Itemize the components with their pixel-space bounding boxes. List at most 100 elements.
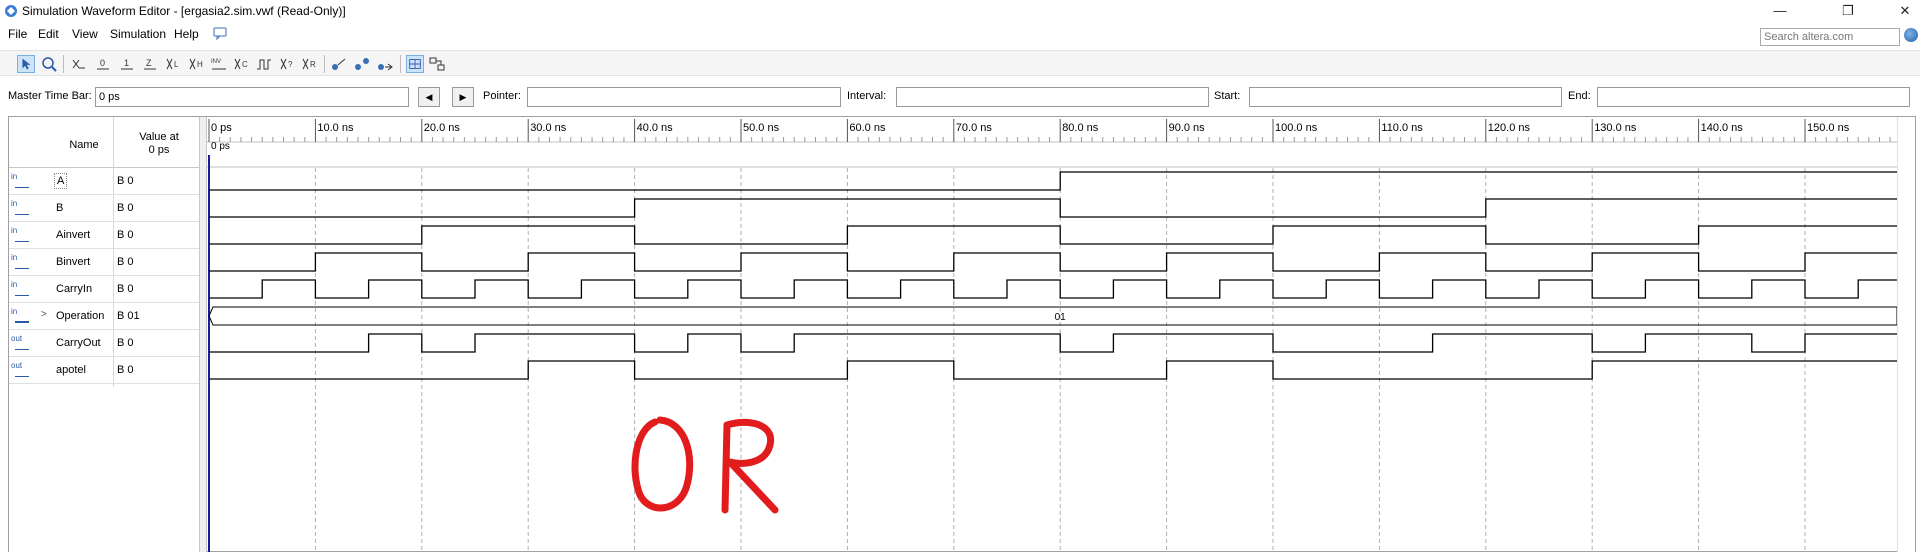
snap-to-grid-icon[interactable]: [330, 55, 348, 73]
start-field[interactable]: [1249, 87, 1562, 107]
pointer-label: Pointer:: [483, 90, 521, 102]
output-pin-icon: out: [11, 334, 31, 352]
signal-row[interactable]: out apotel B 0: [9, 357, 199, 384]
close-button[interactable]: ✕: [1890, 2, 1920, 20]
svg-text:L: L: [174, 60, 179, 69]
window-title: Simulation Waveform Editor - [ergasia2.s…: [22, 4, 346, 18]
value-header-line1: Value at: [139, 131, 179, 143]
globe-icon[interactable]: [1904, 28, 1918, 42]
next-transition-button[interactable]: ▶: [452, 87, 474, 107]
vertical-scrollbar[interactable]: [1897, 117, 1915, 552]
signal-row[interactable]: in A B 0: [9, 168, 199, 195]
input-pin-icon: in: [11, 172, 31, 190]
signal-value: B 0: [117, 202, 134, 214]
arbitrary-value-icon[interactable]: R: [300, 55, 318, 73]
interval-field[interactable]: [896, 87, 1209, 107]
clock-icon[interactable]: [255, 55, 273, 73]
expand-chevron-icon[interactable]: >: [41, 309, 47, 320]
invert-icon[interactable]: INV: [210, 55, 228, 73]
signal-waveform-apotel: [209, 360, 1897, 380]
force-unknown-icon[interactable]: [70, 55, 88, 73]
name-column-header[interactable]: Name: [49, 139, 119, 151]
svg-text:INV: INV: [211, 59, 221, 65]
signal-name: B: [56, 202, 64, 214]
svg-text:R: R: [310, 60, 316, 69]
value-column-header[interactable]: Value at 0 ps: [119, 131, 199, 157]
signal-value: B 0: [117, 175, 134, 187]
feedback-icon[interactable]: [213, 27, 227, 40]
signal-row[interactable]: in > Operation B 01: [9, 303, 199, 330]
waveform-canvas[interactable]: 0 ps 10.0 ns 20.0 ns 30.0 ns 40.0 ns 50.0 ns 6…: [207, 117, 1897, 552]
master-time-bar-field[interactable]: 0 ps: [95, 87, 409, 107]
menu-edit[interactable]: Edit: [38, 27, 59, 41]
ruler-tick-label: 10.0 ns: [317, 122, 354, 134]
signal-waveform-a: [209, 171, 1897, 191]
start-label: Start:: [1214, 90, 1241, 102]
force-high-icon[interactable]: 1: [118, 55, 136, 73]
input-pin-icon: in: [11, 253, 31, 271]
signal-name: CarryOut: [56, 337, 101, 349]
restore-button[interactable]: ❐: [1833, 2, 1863, 20]
or-annotation-text: OR: [625, 410, 627, 411]
svg-text:C: C: [242, 60, 248, 69]
signal-value: B 0: [117, 229, 134, 241]
signal-waveform-binvert: [209, 252, 1897, 272]
bus-value-label: 01: [1055, 312, 1067, 323]
or-annotation: OR: [625, 410, 779, 514]
menu-help[interactable]: Help: [174, 27, 199, 41]
title-bar: Simulation Waveform Editor - [ergasia2.s…: [0, 0, 1920, 22]
zoom-tool-icon[interactable]: [40, 55, 58, 73]
ruler-tick-label: 100.0 ns: [1275, 122, 1318, 134]
app-icon: [5, 5, 17, 17]
ungroup-icon[interactable]: [376, 55, 394, 73]
force-weak-high-icon[interactable]: H: [187, 55, 205, 73]
ruler-tick-label: 0 ps: [211, 122, 232, 134]
signal-waveform-ainvert: [209, 225, 1897, 245]
search-input[interactable]: Search altera.com: [1760, 28, 1900, 46]
group-icon[interactable]: [353, 55, 371, 73]
input-pin-icon: in: [11, 280, 31, 298]
count-value-icon[interactable]: C: [232, 55, 250, 73]
panel-splitter[interactable]: [199, 117, 207, 552]
svg-text:1: 1: [124, 58, 129, 68]
ruler-tick-label: 110.0 ns: [1381, 122, 1423, 134]
menu-file[interactable]: File: [8, 27, 27, 41]
waveform-view-icon[interactable]: [428, 55, 446, 73]
signal-row[interactable]: in B B 0: [9, 195, 199, 222]
value-header-line2: 0 ps: [148, 144, 170, 156]
menu-bar: File Edit View Simulation Help: [0, 24, 1920, 44]
minimize-button[interactable]: —: [1765, 2, 1795, 20]
signal-row[interactable]: in Binvert B 0: [9, 249, 199, 276]
pointer-field[interactable]: [527, 87, 841, 107]
svg-text:H: H: [197, 60, 203, 69]
signal-value: B 0: [117, 283, 134, 295]
waveform-svg[interactable]: 0 ps 10.0 ns 20.0 ns 30.0 ns 40.0 ns 50.0 ns 6…: [207, 117, 1897, 552]
select-tool-icon[interactable]: [17, 55, 35, 73]
end-field[interactable]: [1597, 87, 1910, 107]
force-high-impedance-icon[interactable]: Z: [141, 55, 159, 73]
random-values-icon[interactable]: ?: [278, 55, 296, 73]
force-weak-low-icon[interactable]: L: [164, 55, 182, 73]
menu-view[interactable]: View: [72, 27, 98, 41]
signal-value: B 0: [117, 364, 134, 376]
previous-transition-button[interactable]: ◀: [418, 87, 440, 107]
bus-waveform: [208, 306, 1897, 326]
ruler-tick-label: 30.0 ns: [530, 122, 567, 134]
grid-settings-icon[interactable]: [406, 55, 424, 73]
signal-value: B 0: [117, 256, 134, 268]
cursor-label: 0 ps: [211, 141, 230, 152]
signal-name: Operation: [56, 310, 105, 322]
signal-value: B 01: [117, 310, 140, 322]
signal-row[interactable]: in CarryIn B 0: [9, 276, 199, 303]
signal-row[interactable]: out CarryOut B 0: [9, 330, 199, 357]
svg-text:0: 0: [100, 58, 105, 68]
menu-simulation[interactable]: Simulation: [110, 27, 166, 41]
ruler-tick-label: 20.0 ns: [424, 122, 461, 134]
input-bus-icon: in: [11, 307, 31, 325]
signal-name-panel: Name Value at 0 ps in A B 0 in B B 0 in …: [9, 117, 199, 552]
ruler-tick-label: 120.0 ns: [1488, 122, 1531, 134]
force-low-icon[interactable]: 0: [94, 55, 112, 73]
signal-row[interactable]: in Ainvert B 0: [9, 222, 199, 249]
ruler-tick-label: 150.0 ns: [1807, 122, 1850, 134]
signal-name: A: [54, 173, 68, 189]
